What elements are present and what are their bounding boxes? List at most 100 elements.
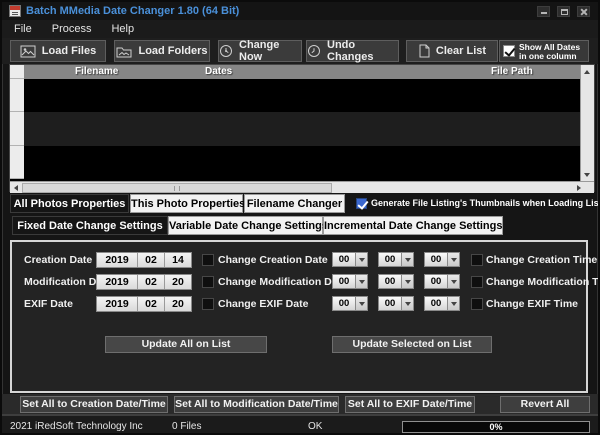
update-selected-button[interactable]: Update Selected on List — [332, 336, 492, 353]
list-row-band — [24, 112, 580, 146]
document-icon — [419, 44, 430, 58]
column-file-path[interactable]: File Path — [491, 65, 533, 79]
tab-fixed-date-settings[interactable]: Fixed Date Change Settings — [12, 216, 168, 235]
list-rows-area[interactable] — [24, 79, 580, 179]
change-creation-date-checkbox[interactable] — [202, 254, 214, 266]
status-bar: 2021 iRedSoft Technology Inc 0 Files OK … — [2, 414, 598, 433]
close-button[interactable] — [577, 6, 590, 17]
month-value[interactable]: 02 — [137, 275, 164, 289]
dropdown-arrow-icon[interactable] — [401, 253, 413, 266]
list-row-band — [24, 146, 580, 179]
column-dates[interactable]: Dates — [205, 65, 232, 79]
scroll-up-icon[interactable] — [581, 66, 593, 77]
year-value[interactable]: 2019 — [97, 253, 137, 267]
column-filename[interactable]: Filename — [75, 65, 118, 79]
load-files-button[interactable]: Load Files — [10, 40, 106, 62]
horizontal-scrollbar[interactable] — [10, 181, 594, 193]
menu-file[interactable]: File — [4, 20, 42, 38]
tab-incremental-date-settings[interactable]: Incremental Date Change Settings — [323, 216, 503, 235]
clear-list-label: Clear List — [435, 45, 487, 57]
dropdown-arrow-icon[interactable] — [355, 253, 367, 266]
update-all-button[interactable]: Update All on List — [105, 336, 267, 353]
load-folders-label: Load Folders — [138, 45, 208, 57]
change-modification-date-checkbox[interactable] — [202, 276, 214, 288]
exif-hour-select[interactable]: 00 — [332, 296, 368, 311]
toolbar: Load Files Load Folders Change Now Undo … — [2, 38, 598, 64]
clear-list-button[interactable]: Clear List — [406, 40, 498, 62]
tab-variable-date-settings[interactable]: Variable Date Change Settings — [168, 216, 328, 235]
modification-minute-select[interactable]: 00 — [378, 274, 414, 289]
year-value[interactable]: 2019 — [97, 297, 137, 311]
exif-date-label: EXIF Date — [24, 298, 74, 310]
change-modification-date-label: Change Modification Date — [218, 276, 347, 288]
change-modification-time-checkbox[interactable] — [471, 276, 483, 288]
show-all-dates-checkbox[interactable] — [503, 45, 515, 57]
file-list: Filename Dates File Path — [9, 64, 595, 193]
menu-help[interactable]: Help — [101, 20, 144, 38]
month-value[interactable]: 02 — [137, 253, 164, 267]
dropdown-arrow-icon[interactable] — [447, 275, 459, 288]
change-exif-time-checkbox[interactable] — [471, 298, 483, 310]
list-header: Filename Dates File Path — [24, 65, 580, 79]
creation-hour-select[interactable]: 00 — [332, 252, 368, 267]
set-all-exif-button[interactable]: Set All to EXIF Date/Time — [345, 396, 475, 413]
change-creation-time-label: Change Creation Time — [486, 254, 598, 266]
progress-bar: 0% — [402, 421, 590, 433]
clock-icon — [220, 45, 232, 57]
dropdown-arrow-icon[interactable] — [355, 297, 367, 310]
maximize-button[interactable] — [557, 6, 570, 17]
generate-thumbnails-checkbox[interactable] — [356, 198, 367, 209]
creation-date-label: Creation Date — [24, 254, 93, 266]
dropdown-arrow-icon[interactable] — [401, 275, 413, 288]
dropdown-arrow-icon[interactable] — [401, 297, 413, 310]
vertical-scrollbar[interactable] — [580, 65, 594, 181]
minimize-icon — [541, 12, 547, 14]
month-value[interactable]: 02 — [137, 297, 164, 311]
change-creation-time-checkbox[interactable] — [471, 254, 483, 266]
change-modification-time-label: Change Modification Time — [486, 276, 599, 288]
set-all-modification-button[interactable]: Set All to Modification Date/Time — [174, 396, 339, 413]
modification-date-row: Modification Date 2019 02 20 Change Modi… — [12, 274, 598, 291]
creation-second-select[interactable]: 00 — [424, 252, 460, 267]
undo-changes-label: Undo Changes — [327, 39, 374, 63]
modification-date-input[interactable]: 2019 02 20 — [96, 274, 192, 290]
scrollbar-thumb[interactable] — [22, 183, 332, 193]
day-value[interactable]: 14 — [164, 253, 191, 267]
creation-date-input[interactable]: 2019 02 14 — [96, 252, 192, 268]
scroll-down-icon[interactable] — [581, 169, 593, 180]
window-title: Batch MMedia Date Changer 1.80 (64 Bit) — [26, 5, 240, 17]
undo-clock-icon — [308, 45, 320, 57]
change-now-button[interactable]: Change Now — [218, 39, 302, 63]
change-now-label: Change Now — [239, 39, 280, 63]
creation-minute-select[interactable]: 00 — [378, 252, 414, 267]
day-value[interactable]: 20 — [164, 297, 191, 311]
tab-this-photo-properties[interactable]: This Photo Properties — [130, 194, 245, 213]
fixed-settings-panel: Creation Date 2019 02 14 Change Creation… — [10, 240, 598, 393]
minimize-button[interactable] — [537, 6, 550, 17]
scroll-left-icon[interactable] — [10, 182, 22, 193]
scroll-right-icon[interactable] — [573, 182, 585, 193]
dropdown-arrow-icon[interactable] — [355, 275, 367, 288]
modification-second-select[interactable]: 00 — [424, 274, 460, 289]
change-creation-date-label: Change Creation Date — [218, 254, 328, 266]
day-value[interactable]: 20 — [164, 275, 191, 289]
load-folders-button[interactable]: Load Folders — [114, 40, 210, 62]
dropdown-arrow-icon[interactable] — [447, 297, 459, 310]
exif-minute-select[interactable]: 00 — [378, 296, 414, 311]
set-all-creation-button[interactable]: Set All to Creation Date/Time — [20, 396, 168, 413]
revert-all-button[interactable]: Revert All — [500, 396, 590, 413]
exif-date-input[interactable]: 2019 02 20 — [96, 296, 192, 312]
copyright-text: 2021 iRedSoft Technology Inc — [10, 421, 143, 432]
undo-changes-button[interactable]: Undo Changes — [306, 39, 399, 63]
change-exif-time-label: Change EXIF Time — [486, 298, 578, 310]
modification-hour-select[interactable]: 00 — [332, 274, 368, 289]
exif-second-select[interactable]: 00 — [424, 296, 460, 311]
tab-all-photos-properties[interactable]: All Photos Properties — [10, 194, 129, 213]
dropdown-arrow-icon[interactable] — [447, 253, 459, 266]
year-value[interactable]: 2019 — [97, 275, 137, 289]
list-row-band — [24, 79, 580, 112]
load-files-label: Load Files — [41, 45, 97, 57]
tab-filename-changer[interactable]: Filename Changer — [244, 194, 345, 213]
change-exif-date-checkbox[interactable] — [202, 298, 214, 310]
menu-process[interactable]: Process — [42, 20, 102, 38]
